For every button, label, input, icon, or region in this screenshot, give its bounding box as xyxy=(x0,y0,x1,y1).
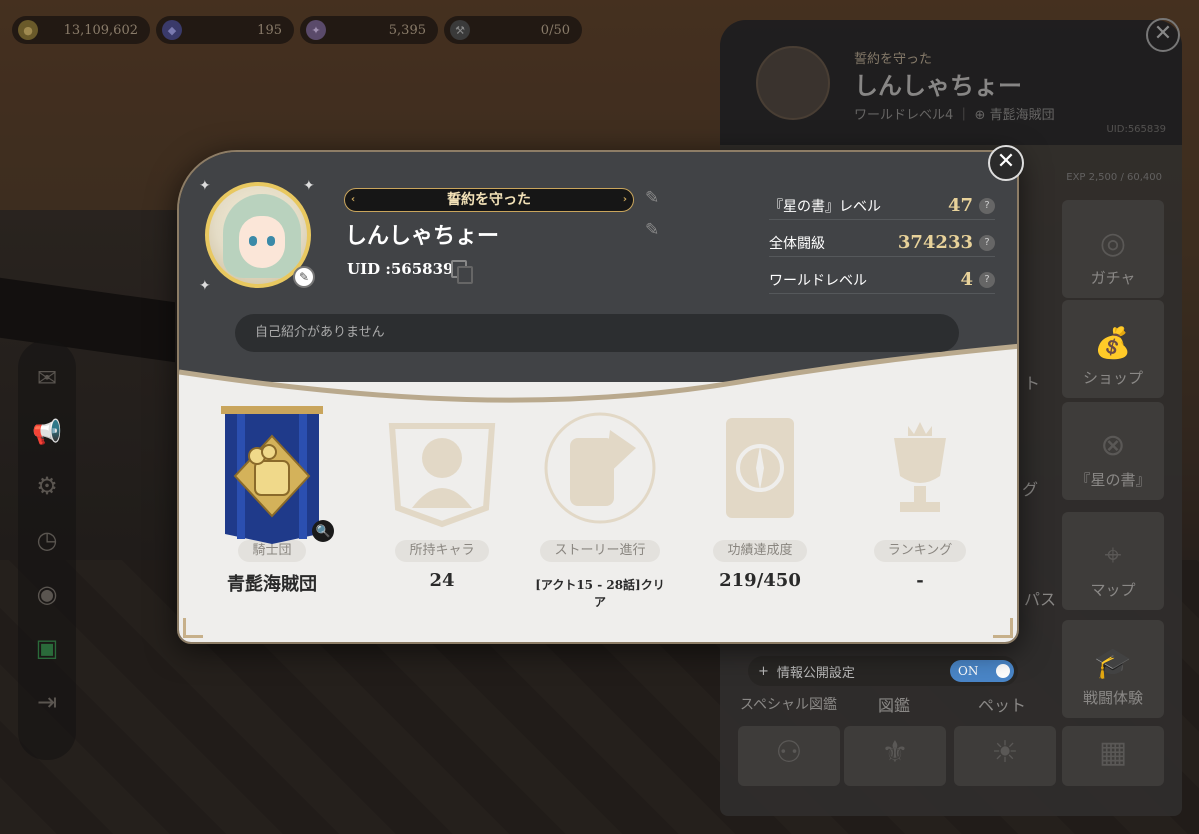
side-close-button[interactable]: ✕ xyxy=(1146,18,1180,52)
toggle-knob xyxy=(996,664,1010,678)
tile-gacha[interactable]: ◎ ガチャ xyxy=(1062,200,1164,298)
help-icon[interactable]: ? xyxy=(979,197,995,214)
left-menu-rail: ✉ 📢 ⚙ ◷ ◉ ▣ ⇥ xyxy=(18,340,76,760)
tile-battle-trial[interactable]: 🎓 戦闘体験 xyxy=(1062,620,1164,718)
tile-extra-3[interactable]: ☀ xyxy=(954,726,1056,786)
side-world-level: ワールドレベル4 ｜ ⊕ 青髭海賊団 xyxy=(854,108,1055,123)
gem-icon: ◆ xyxy=(162,20,182,40)
gacha-icon: ◎ xyxy=(1099,226,1127,261)
side-panel-header: 誓約を守った しんしゃちょー ワールドレベル4 ｜ ⊕ 青髭海賊団 UID:56… xyxy=(720,20,1182,145)
self-intro-field[interactable]: 自己紹介がありません xyxy=(235,314,959,352)
tile-shop[interactable]: 💰 ショップ xyxy=(1062,300,1164,398)
help-icon[interactable]: ? xyxy=(979,271,995,288)
compass-book-icon xyxy=(700,408,820,528)
emblem-icon: ⚜ xyxy=(881,735,909,770)
trophy-icon xyxy=(860,408,980,528)
badge-ranking[interactable]: ランキング - xyxy=(855,408,985,591)
guild-icon: ⊕ xyxy=(974,108,986,123)
edit-name-pencil-icon[interactable]: ✎ xyxy=(645,220,659,240)
tile-partial-label-c: パス xyxy=(1024,590,1057,609)
tile-encyclopedia-label[interactable]: 図鑑 xyxy=(878,692,910,716)
tile-partial-label-a: ト xyxy=(1024,374,1041,393)
grad-cap-icon: 🎓 xyxy=(1094,646,1132,681)
resource-hammer[interactable]: ⚒ 0/50 xyxy=(444,16,582,44)
mail-icon[interactable]: ✉ xyxy=(31,362,63,394)
exit-run-icon[interactable]: ▣ xyxy=(31,632,63,664)
frame-corner xyxy=(993,618,1013,638)
ticket-icon: ✦ xyxy=(306,20,326,40)
frame-corner xyxy=(183,618,203,638)
player-name: しんしゃちょー xyxy=(345,224,500,249)
badge-achievements[interactable]: 功績達成度 219/450 xyxy=(695,408,825,591)
side-uid: UID:565839 xyxy=(1106,124,1166,135)
profile-avatar-frame[interactable]: ✎ ✦ ✦ ✦ xyxy=(199,178,315,294)
side-exp: EXP 2,500 / 60,400 xyxy=(1066,172,1162,183)
hammer-icon: ⚒ xyxy=(450,20,470,40)
stat-world-level: ワールドレベル 4? xyxy=(769,266,995,294)
sparkle-icon: ✦ xyxy=(199,178,211,194)
camera-icon[interactable]: ◉ xyxy=(31,578,63,610)
knights-banner-icon: 🔍 xyxy=(212,406,334,544)
badge-owned-characters[interactable]: 所持キャラ 24 xyxy=(377,408,507,591)
resource-coin[interactable]: ● 13,109,602 xyxy=(12,16,150,44)
info-public-toggle[interactable]: ON xyxy=(950,660,1014,682)
gear-icon[interactable]: ⚙ xyxy=(31,470,63,502)
info-public-setting: + 情報公開設定 ON xyxy=(748,656,1018,686)
tile-extra-4[interactable]: ▦ xyxy=(1062,726,1164,786)
sparkle-icon: ✦ xyxy=(303,178,315,194)
scroll-quill-icon xyxy=(540,408,660,528)
logout-icon[interactable]: ⇥ xyxy=(31,686,63,718)
side-avatar xyxy=(756,46,830,120)
map-icon: ⌖ xyxy=(1104,538,1122,573)
close-button[interactable]: ✕ xyxy=(988,145,1024,181)
badge-knights[interactable]: 🔍 騎士団 青髭海賊団 xyxy=(207,406,337,596)
resource-gem[interactable]: ◆ 195 xyxy=(156,16,294,44)
side-name: しんしゃちょー xyxy=(854,72,1022,100)
group-icon: ⚇ xyxy=(775,735,803,770)
chest-icon: ▦ xyxy=(1098,735,1128,770)
star-book-icon: ⊗ xyxy=(1100,428,1126,463)
tile-extra-1[interactable]: ⚇ xyxy=(738,726,840,786)
money-bag-icon: 💰 xyxy=(1094,326,1132,361)
stat-total-power: 全体闘級 374233? xyxy=(769,229,995,257)
side-title: 誓約を守った xyxy=(854,52,933,67)
tile-pet-label[interactable]: ペット xyxy=(978,692,1026,716)
zoom-icon[interactable]: 🔍 xyxy=(312,520,334,542)
tile-partial-label-b: グ xyxy=(1022,480,1039,499)
clock-icon[interactable]: ◷ xyxy=(31,524,63,556)
plus-icon: + xyxy=(758,663,769,679)
stat-star-book-level: 『星の書』レベル 47? xyxy=(769,192,995,220)
megaphone-icon[interactable]: 📢 xyxy=(31,416,63,448)
tile-extra-2[interactable]: ⚜ xyxy=(844,726,946,786)
title-badge[interactable]: ‹ 誓約を守った › xyxy=(344,188,634,212)
edit-title-pencil-icon[interactable]: ✎ xyxy=(645,188,659,208)
tile-map[interactable]: ⌖ マップ xyxy=(1062,512,1164,610)
resource-ticket[interactable]: ✦ 5,395 xyxy=(300,16,438,44)
help-icon[interactable]: ? xyxy=(979,234,995,251)
sparkle-icon: ✦ xyxy=(199,278,211,294)
character-crest-icon xyxy=(382,408,502,528)
tile-special-encyclopedia-label[interactable]: スペシャル図鑑 xyxy=(740,694,837,714)
coin-icon: ● xyxy=(18,20,38,40)
player-uid: UID :565839 xyxy=(347,260,454,278)
profile-modal: ✎ ✦ ✦ ✦ ‹ 誓約を守った › ✎ しんしゃちょー ✎ UID :5658… xyxy=(177,150,1019,644)
info-public-label: 情報公開設定 xyxy=(776,665,855,681)
badge-story-progress[interactable]: ストーリー進行 [アクト15 - 28話]クリア xyxy=(535,408,665,610)
pencil-icon[interactable]: ✎ xyxy=(293,266,315,288)
resource-bar: ● 13,109,602 ◆ 195 ✦ 5,395 ⚒ 0/50 xyxy=(12,16,582,44)
copy-icon[interactable] xyxy=(451,260,473,284)
sun-icon: ☀ xyxy=(991,735,1019,770)
tile-star-book[interactable]: ⊗ 『星の書』 xyxy=(1062,402,1164,500)
